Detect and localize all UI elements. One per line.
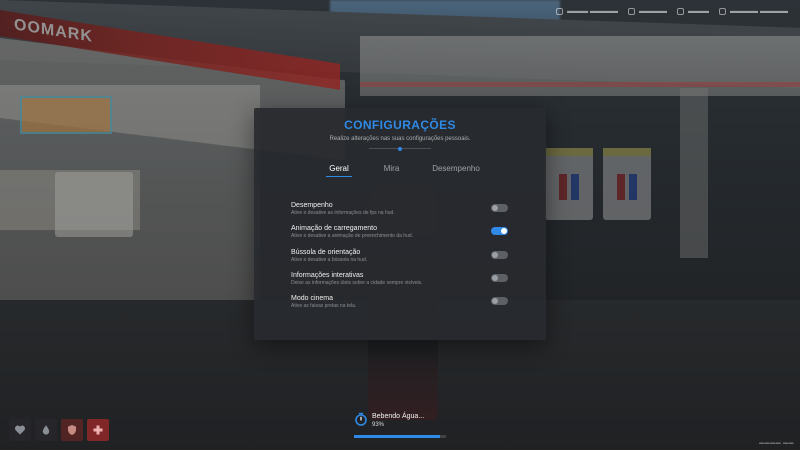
option-label: Modo cinema xyxy=(291,295,334,302)
health-icon xyxy=(93,425,103,435)
settings-title: CONFIGURAÇÕES xyxy=(344,118,456,132)
option-row: Modo cinema Ative as faixas pretas na te… xyxy=(291,295,511,313)
option-row: Animação de carregamento Ative e desativ… xyxy=(291,225,511,243)
tab-geral[interactable]: Geral xyxy=(318,164,360,177)
option-row: Informações interativas Deixe as informa… xyxy=(291,272,511,290)
toggle-informacoes-interativas[interactable] xyxy=(491,274,508,282)
hud-chip: ▬▬▬▬ ▬▬▬▬ xyxy=(719,8,788,15)
settings-modal: CONFIGURAÇÕES Realize alterações nas sua… xyxy=(254,108,546,340)
option-description: Ative as faixas pretas na tela. xyxy=(291,303,357,309)
settings-tabs: Geral Mira Desempenho xyxy=(318,164,491,177)
hud-icon xyxy=(677,8,685,15)
shield-icon xyxy=(68,425,76,435)
watermark: ▬▬▬▬ ▬▬ xyxy=(759,440,794,446)
option-description: Ative e desative a bússola na hud. xyxy=(291,257,368,263)
option-label: Animação de carregamento xyxy=(291,225,377,232)
settings-subtitle: Realize alterações nas suas configuraçõe… xyxy=(329,136,471,142)
option-label: Informações interativas xyxy=(291,272,364,279)
tab-mira[interactable]: Mira xyxy=(364,164,419,173)
toggle-knob xyxy=(501,228,507,234)
toggle-desempenho[interactable] xyxy=(491,204,508,212)
option-label: Bússola de orientação xyxy=(291,249,361,256)
drop-icon xyxy=(42,425,50,435)
toggle-animacao-carregamento[interactable] xyxy=(491,227,508,235)
action-progress-percent: 93% xyxy=(372,422,385,428)
option-description: Ative e desative as informações de fps n… xyxy=(291,210,395,216)
status-quickbar xyxy=(9,419,109,441)
option-row: Bússola de orientação Ative e desative a… xyxy=(291,249,511,267)
top-hud: ▬▬▬ ▬▬▬▬ ▬▬▬▬ ▬▬▬ ▬▬▬▬ ▬▬▬▬ xyxy=(556,8,788,15)
option-row: Desempenho Ative e desative as informaçõ… xyxy=(291,202,511,220)
option-label: Desempenho xyxy=(291,202,333,209)
toggle-knob xyxy=(492,298,498,304)
title-divider-dot xyxy=(398,146,402,151)
toggle-bussola-orientacao[interactable] xyxy=(491,251,508,259)
action-progress-track xyxy=(354,435,446,438)
hud-icon xyxy=(628,8,636,15)
quickbar-slot xyxy=(61,419,83,441)
action-progress: Bebendo Água... 93% xyxy=(354,410,446,440)
heart-icon xyxy=(14,425,26,435)
option-description: Deixe as informações úteis sobre a cidad… xyxy=(291,280,423,286)
quickbar-slot xyxy=(9,419,31,441)
toggle-knob xyxy=(492,252,498,258)
hud-chip: ▬▬▬▬ xyxy=(628,8,667,15)
hud-icon xyxy=(556,8,564,15)
option-description: Ative e desative a animação de preenchim… xyxy=(291,233,414,239)
quickbar-slot xyxy=(35,419,57,441)
toggle-modo-cinema[interactable] xyxy=(491,297,508,305)
action-progress-label: Bebendo Água... xyxy=(372,413,425,420)
action-progress-fill xyxy=(354,435,440,438)
stopwatch-icon xyxy=(355,412,367,426)
toggle-knob xyxy=(492,205,498,211)
hud-chip: ▬▬▬ ▬▬▬▬ xyxy=(556,8,618,15)
hud-chip: ▬▬▬ xyxy=(677,8,709,15)
hud-icon xyxy=(719,8,727,15)
tab-desempenho[interactable]: Desempenho xyxy=(421,164,491,173)
toggle-knob xyxy=(492,275,498,281)
quickbar-slot xyxy=(87,419,109,441)
